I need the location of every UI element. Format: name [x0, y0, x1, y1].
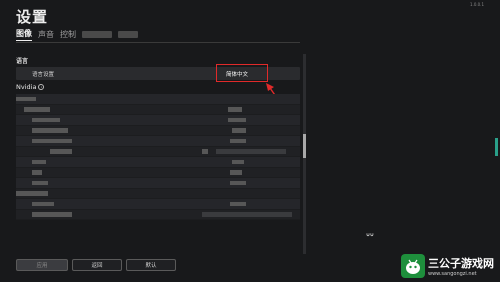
list-item[interactable]	[16, 209, 300, 220]
section-language-label: 语言	[16, 58, 29, 65]
back-button[interactable]: 返回	[72, 259, 122, 271]
tab-bar: 图像 声音 控制	[16, 28, 138, 41]
list-item[interactable]	[16, 178, 300, 189]
list-item[interactable]	[16, 188, 300, 199]
settings-list	[16, 94, 300, 220]
gpu-label: Nvidia	[16, 83, 37, 91]
list-item[interactable]	[16, 136, 300, 147]
default-button[interactable]: 默认	[126, 259, 176, 271]
side-indicator	[495, 138, 498, 156]
language-setting-label: 语言设置	[32, 72, 55, 78]
tab-blurred-1[interactable]	[82, 31, 112, 38]
list-item[interactable]	[16, 94, 300, 105]
version-label: 1.0.0.1	[470, 2, 484, 7]
list-item[interactable]	[16, 125, 300, 136]
list-item[interactable]	[16, 157, 300, 168]
apply-button[interactable]: 应用	[16, 259, 68, 271]
tab-sound[interactable]: 声音	[38, 29, 54, 40]
page-title: 设置	[16, 8, 49, 26]
gpu-section-label: Nvidia i	[16, 83, 45, 91]
list-item[interactable]	[16, 199, 300, 210]
list-item[interactable]	[16, 167, 300, 178]
tab-graphics[interactable]: 图像	[16, 28, 32, 41]
tab-blurred-2[interactable]	[118, 31, 138, 38]
list-item[interactable]	[16, 146, 300, 157]
info-icon[interactable]: i	[38, 84, 45, 90]
scrollbar[interactable]	[303, 54, 306, 254]
list-item[interactable]	[16, 115, 300, 126]
list-item[interactable]	[16, 104, 300, 115]
highlight-box	[216, 64, 268, 82]
bunny-icon: ᐡᐡ	[366, 232, 374, 243]
tab-divider	[16, 42, 300, 43]
watermark: 三公子游戏网 www.sangongzi.net	[401, 254, 494, 278]
tab-controls[interactable]: 控制	[60, 29, 76, 40]
watermark-title: 三公子游戏网	[428, 257, 494, 270]
scrollbar-thumb[interactable]	[303, 134, 306, 158]
watermark-logo-icon	[401, 254, 425, 278]
watermark-url: www.sangongzi.net	[428, 271, 477, 277]
